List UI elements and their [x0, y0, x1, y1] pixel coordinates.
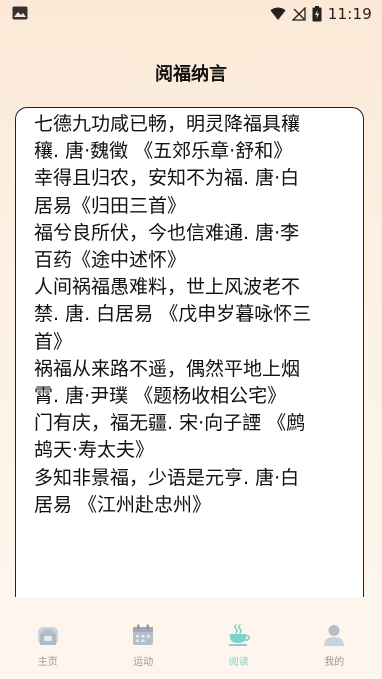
status-time: 11:19 — [327, 5, 372, 23]
poem-text-box[interactable]: 七德九功咸已畅，明灵降福具穰 穰. 唐·魏徵 《五郊乐章·舒和》 幸得且归农，安… — [15, 107, 364, 597]
calendar-icon — [133, 624, 154, 645]
wifi-icon — [270, 7, 286, 20]
poem-line: 百药《途中述怀》 — [34, 249, 187, 272]
poem-line: 霄. 唐·尹璞 《题杨收相公宅》 — [34, 385, 287, 408]
nav-label-home: 主页 — [37, 657, 58, 668]
nav-label-reading: 阅读 — [228, 657, 249, 668]
image-icon — [12, 6, 28, 20]
poem-line: 多知非景福，少语是元亨. 唐·白 — [34, 466, 300, 489]
poem-line: 祸福从来路不遥，偶然平地上烟 — [34, 357, 301, 380]
poem-line: 居易《归田三首》 — [34, 194, 187, 217]
poem-line: 禁. 唐. 白居易 《戊申岁暮咏怀三 — [34, 303, 312, 326]
poem-line: 居易 《江州赴忠州》 — [34, 493, 212, 516]
nav-item-exercise[interactable]: 运动 — [96, 597, 192, 679]
poem-line: 人间祸福愚难料，世上风波老不 — [34, 276, 301, 299]
nav-label-exercise: 运动 — [133, 657, 154, 668]
battery-icon — [312, 6, 322, 22]
home-icon — [37, 627, 58, 645]
status-bar: 11:19 — [0, 0, 382, 28]
person-icon — [324, 625, 345, 646]
page-title: 阅福纳言 — [155, 64, 227, 85]
poem-line: 七德九功咸已畅，明灵降福具穰 — [34, 113, 301, 135]
poem-line: 门有庆，福无疆. 宋·向子諲 《鹧 — [34, 412, 306, 435]
poem-line: 幸得且归农，安知不为福. 唐·白 — [34, 167, 300, 190]
signal-icon — [291, 7, 306, 21]
bottom-nav: 主页 运动 阅读 我的 — [0, 597, 382, 679]
tea-cup-icon — [228, 624, 250, 646]
nav-item-reading[interactable]: 阅读 — [191, 597, 287, 679]
nav-label-profile: 我的 — [324, 657, 345, 668]
poem-line: 首》 — [34, 330, 73, 353]
poem-line: 穰. 唐·魏徵 《五郊乐章·舒和》 — [34, 140, 293, 163]
poem-line: 鸪天·寿太夫》 — [34, 439, 155, 462]
nav-item-profile[interactable]: 我的 — [287, 597, 382, 679]
nav-item-home[interactable]: 主页 — [0, 597, 96, 679]
poem-line: 福兮良所伏，今也信难通. 唐·李 — [34, 221, 300, 244]
